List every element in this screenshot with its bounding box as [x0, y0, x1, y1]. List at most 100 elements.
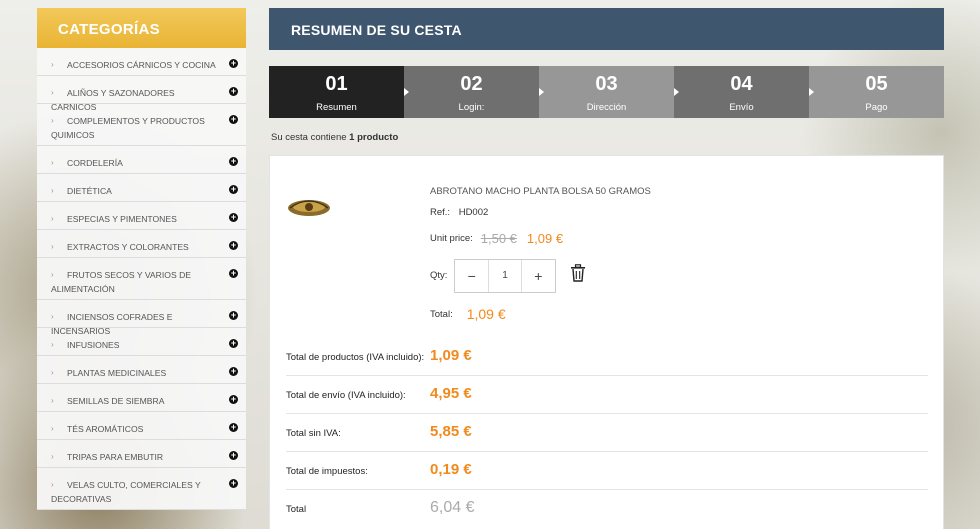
categories-title: CATEGORÍAS — [37, 8, 246, 48]
cart-box: ABROTANO MACHO PLANTA BOLSA 50 GRAMOS Re… — [269, 155, 944, 529]
category-item[interactable]: › INCIENSOS COFRADES E INCENSARIOS + — [37, 300, 246, 336]
category-item[interactable]: › PLANTAS MEDICINALES + — [37, 356, 246, 384]
trash-icon[interactable] — [570, 264, 586, 282]
category-item[interactable]: › VELAS CULTO, COMERCIALES Y DECORATIVAS + — [37, 468, 246, 510]
chevron-right-icon: › — [51, 116, 54, 125]
triangle-right-icon — [539, 88, 544, 96]
category-label[interactable]: SEMILLAS DE SIEMBRA — [51, 394, 220, 408]
category-item[interactable]: › TÉS AROMÁTICOS + — [37, 412, 246, 440]
checkout-step[interactable]: 05 Pago — [809, 66, 944, 118]
page-title: RESUMEN DE SU CESTA — [269, 8, 944, 50]
category-item[interactable]: › FRUTOS SECOS Y VARIOS DE ALIMENTACIÓN + — [37, 258, 246, 300]
checkout-step[interactable]: 01 Resumen — [269, 66, 409, 118]
chevron-right-icon: › — [51, 270, 54, 279]
category-item[interactable]: › INFUSIONES + — [37, 328, 246, 356]
totals-value: 0,19 € — [430, 461, 472, 478]
plus-circle-icon[interactable]: + — [229, 479, 238, 488]
qty-input[interactable]: 1 — [488, 260, 522, 292]
chevron-right-icon: › — [51, 242, 54, 251]
checkout-steps: 01 Resumen 02 Login: 03 Dirección 04 Envío 05 Pag… — [269, 66, 944, 118]
step-label: Dirección — [586, 102, 627, 113]
category-item[interactable]: › COMPLEMENTOS Y PRODUCTOS QUIMICOS + — [37, 104, 246, 146]
chevron-right-icon: › — [51, 368, 54, 377]
plus-circle-icon[interactable]: + — [229, 213, 238, 222]
chevron-right-icon: › — [51, 340, 54, 349]
plus-circle-icon[interactable]: + — [229, 451, 238, 460]
step-label: Resumen — [316, 102, 357, 113]
cart-note-prefix: Su cesta contiene — [271, 132, 350, 143]
category-label[interactable]: EXTRACTOS Y COLORANTES — [51, 240, 220, 254]
plus-circle-icon[interactable]: + — [229, 339, 238, 348]
quantity-stepper: − 1 + — [454, 259, 556, 293]
old-price: 1,50 € — [480, 231, 517, 246]
cart-totals: Total de productos (IVA incluido): 1,09 €… — [286, 338, 928, 528]
category-label[interactable]: PLANTAS MEDICINALES — [51, 366, 220, 380]
totals-value: 1,09 € — [430, 347, 472, 364]
product-name[interactable]: ABROTANO MACHO PLANTA BOLSA 50 GRAMOS — [430, 186, 651, 197]
triangle-right-icon — [809, 88, 814, 96]
plus-circle-icon[interactable]: + — [229, 423, 238, 432]
totals-row: Total 6,04 € — [286, 490, 928, 528]
checkout-step[interactable]: 04 Envío — [674, 66, 814, 118]
totals-label: Total sin IVA: — [286, 428, 341, 439]
categories-sidebar: CATEGORÍAS › ACCESORIOS CÁRNICOS Y COCINA… — [37, 8, 246, 529]
category-item[interactable]: › SEMILLAS DE SIEMBRA + — [37, 384, 246, 412]
chevron-right-icon: › — [51, 88, 54, 97]
totals-label: Total — [286, 504, 307, 515]
unit-price: Unit price: 1,50 € 1,09 € — [430, 231, 563, 246]
totals-label: Total de productos (IVA incluido): — [286, 352, 425, 363]
category-item[interactable]: › EXTRACTOS Y COLORANTES + — [37, 230, 246, 258]
product-thumbnail[interactable] — [286, 196, 332, 220]
qty-decrease-button[interactable]: − — [455, 260, 488, 292]
totals-label: Total de envío (IVA incluido): — [286, 390, 406, 401]
product-total-label: Total: — [430, 308, 453, 320]
totals-row: Total de impuestos: 0,19 € — [286, 452, 928, 490]
category-label[interactable]: ESPECIAS Y PIMENTONES — [51, 212, 220, 226]
category-item[interactable]: › ACCESORIOS CÁRNICOS Y COCINA + — [37, 48, 246, 76]
current-price: 1,09 € — [526, 231, 564, 246]
category-item[interactable]: › DIETÉTICA + — [37, 174, 246, 202]
category-item[interactable]: › ALIÑOS Y SAZONADORES CARNICOS + — [37, 76, 246, 112]
category-label[interactable]: VELAS CULTO, COMERCIALES Y DECORATIVAS — [51, 478, 220, 506]
category-label[interactable]: TRIPAS PARA EMBUTIR — [51, 450, 220, 464]
category-label[interactable]: INFUSIONES — [51, 338, 220, 352]
checkout-step[interactable]: 03 Dirección — [539, 66, 679, 118]
category-item[interactable]: › ESPECIAS Y PIMENTONES + — [37, 202, 246, 230]
plus-circle-icon[interactable]: + — [229, 59, 238, 68]
cart-count-note: Su cesta contiene 1 producto — [269, 132, 944, 143]
plus-circle-icon[interactable]: + — [229, 395, 238, 404]
plus-circle-icon[interactable]: + — [229, 157, 238, 166]
category-label[interactable]: ACCESORIOS CÁRNICOS Y COCINA — [51, 58, 220, 72]
qty-increase-button[interactable]: + — [522, 260, 555, 292]
plus-circle-icon[interactable]: + — [229, 269, 238, 278]
step-label: Pago — [865, 102, 888, 113]
plus-circle-icon[interactable]: + — [229, 367, 238, 376]
unit-price-label: Unit price: — [430, 233, 473, 244]
checkout-step[interactable]: 02 Login: — [404, 66, 544, 118]
chevron-right-icon: › — [51, 424, 54, 433]
chevron-right-icon: › — [51, 312, 54, 321]
chevron-right-icon: › — [51, 452, 54, 461]
category-label[interactable]: TÉS AROMÁTICOS — [51, 422, 220, 436]
category-item[interactable]: › CORDELERÍA + — [37, 146, 246, 174]
ref-value: HD002 — [458, 207, 489, 218]
category-label[interactable]: COMPLEMENTOS Y PRODUCTOS QUIMICOS — [51, 114, 220, 142]
totals-value: 4,95 € — [430, 385, 472, 402]
cart-summary: RESUMEN DE SU CESTA 01 Resumen 02 Login: 03 D… — [269, 8, 944, 529]
plus-circle-icon[interactable]: + — [229, 185, 238, 194]
plus-circle-icon[interactable]: + — [229, 115, 238, 124]
plus-circle-icon[interactable]: + — [229, 311, 238, 320]
category-label[interactable]: DIETÉTICA — [51, 184, 220, 198]
totals-row: Total de envío (IVA incluido): 4,95 € — [286, 376, 928, 414]
step-number: 03 — [595, 73, 618, 95]
step-number: 02 — [460, 73, 483, 95]
plus-circle-icon[interactable]: + — [229, 87, 238, 96]
triangle-right-icon — [404, 88, 409, 96]
product-ref: Ref.: HD002 — [430, 207, 488, 218]
chevron-right-icon: › — [51, 396, 54, 405]
category-item[interactable]: › TRIPAS PARA EMBUTIR + — [37, 440, 246, 468]
plus-circle-icon[interactable]: + — [229, 241, 238, 250]
category-label[interactable]: FRUTOS SECOS Y VARIOS DE ALIMENTACIÓN — [51, 268, 220, 296]
category-label[interactable]: CORDELERÍA — [51, 156, 220, 170]
chevron-right-icon: › — [51, 480, 54, 489]
